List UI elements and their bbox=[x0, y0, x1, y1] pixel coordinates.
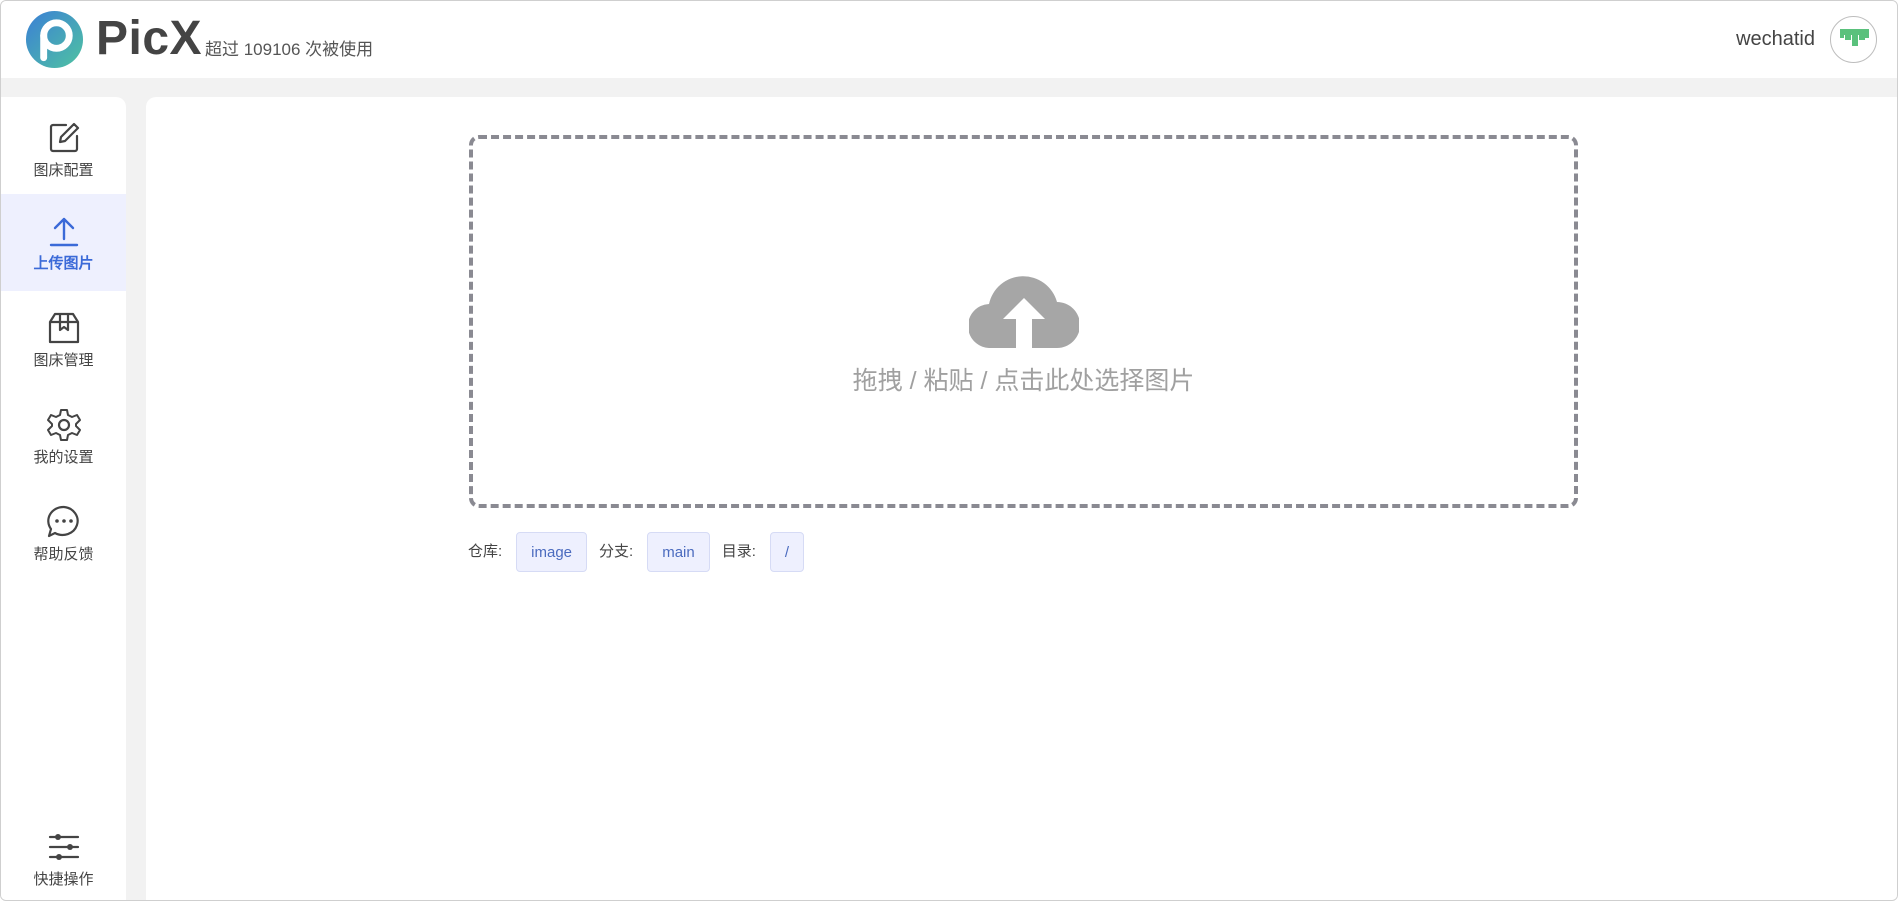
brand-name[interactable]: PicX bbox=[96, 11, 202, 67]
sidebar-item-label: 图床管理 bbox=[33, 351, 94, 369]
dir-tag[interactable]: / bbox=[769, 532, 805, 572]
sliders-icon bbox=[48, 833, 79, 860]
sidebar-item-label: 快捷操作 bbox=[33, 870, 94, 888]
chat-icon bbox=[46, 505, 79, 537]
sidebar: 图床配置 上传图片 图床管理 我的设置 帮助反馈 快捷操作 bbox=[1, 97, 126, 900]
sidebar-item-help[interactable]: 帮助反馈 bbox=[1, 485, 126, 582]
app-window: PicX 超过 109106 次被使用 wechatid 图床配置 上传图片 图… bbox=[0, 0, 1898, 901]
picx-logo-icon[interactable] bbox=[25, 10, 84, 69]
repo-tag[interactable]: image bbox=[516, 532, 588, 572]
sidebar-item-upload[interactable]: 上传图片 bbox=[1, 194, 126, 291]
dir-label: 目录: bbox=[721, 543, 756, 560]
cloud-upload-icon bbox=[968, 275, 1079, 348]
box-icon bbox=[48, 312, 79, 343]
identicon-icon bbox=[1840, 29, 1869, 46]
sidebar-item-config[interactable]: 图床配置 bbox=[1, 101, 126, 198]
app-header: PicX 超过 109106 次被使用 wechatid bbox=[1, 1, 1897, 78]
sidebar-item-label: 上传图片 bbox=[33, 254, 94, 272]
gear-icon bbox=[46, 408, 81, 441]
sidebar-item-quick-actions[interactable]: 快捷操作 bbox=[1, 810, 126, 900]
usage-count: 超过 109106 次被使用 bbox=[205, 40, 374, 59]
sidebar-item-label: 帮助反馈 bbox=[33, 545, 94, 563]
upload-dropzone[interactable]: 拖拽 / 粘贴 / 点击此处选择图片 bbox=[469, 135, 1578, 508]
branch-tag[interactable]: main bbox=[647, 532, 710, 572]
username[interactable]: wechatid bbox=[1736, 27, 1815, 51]
repo-info-bar: 仓库: image 分支: main 目录: / bbox=[468, 532, 816, 572]
repo-label: 仓库: bbox=[468, 543, 503, 560]
sidebar-item-label: 我的设置 bbox=[33, 448, 94, 466]
upload-icon bbox=[49, 217, 78, 246]
sidebar-item-settings[interactable]: 我的设置 bbox=[1, 388, 126, 485]
main-content: 拖拽 / 粘贴 / 点击此处选择图片 仓库: image 分支: main 目录… bbox=[146, 97, 1897, 900]
sidebar-item-label: 图床配置 bbox=[33, 161, 94, 179]
upload-hint: 拖拽 / 粘贴 / 点击此处选择图片 bbox=[852, 366, 1195, 395]
avatar[interactable] bbox=[1830, 16, 1877, 63]
branch-label: 分支: bbox=[599, 543, 634, 560]
edit-icon bbox=[49, 122, 79, 152]
sidebar-item-manage[interactable]: 图床管理 bbox=[1, 291, 126, 388]
